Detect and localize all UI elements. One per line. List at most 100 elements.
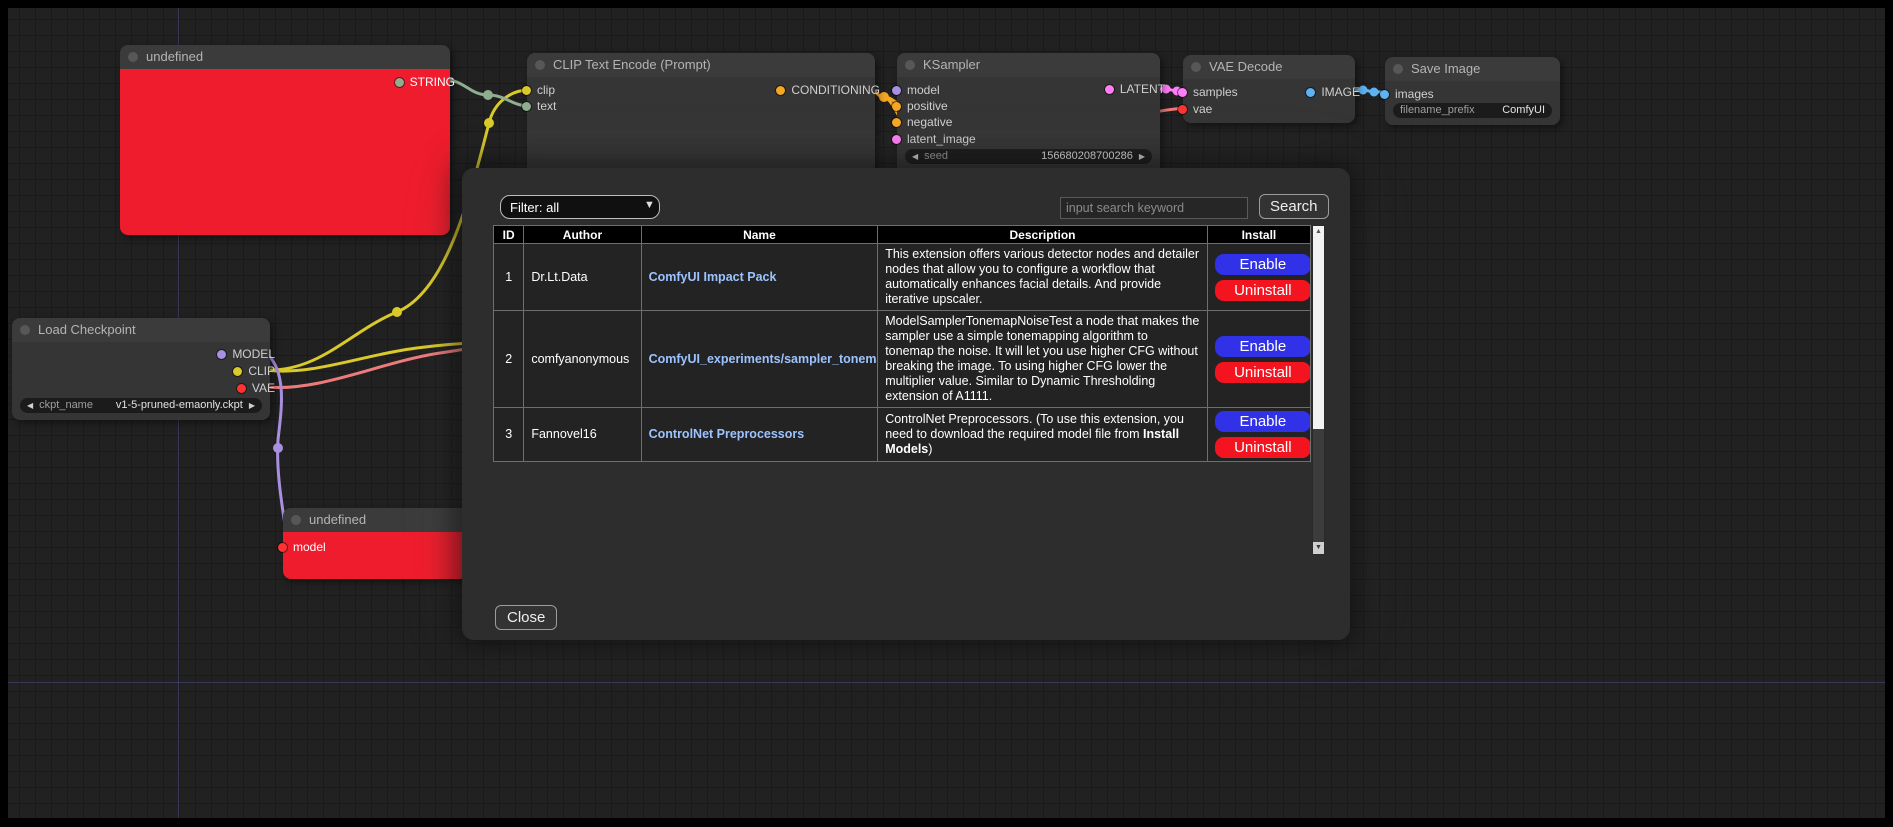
input-slot-latent-image[interactable]: latent_image	[892, 133, 976, 145]
node-header[interactable]: KSampler	[897, 53, 1160, 77]
table-row: 2 comfyanonymous ComfyUI_experiments/sam…	[494, 311, 1311, 408]
output-slot-vae[interactable]: VAE	[237, 382, 275, 394]
reroute-dot[interactable]	[483, 90, 493, 100]
enable-button[interactable]: Enable	[1215, 336, 1311, 357]
next-icon[interactable]	[249, 398, 255, 413]
collapse-dot-icon[interactable]	[1191, 62, 1201, 72]
node-header[interactable]: undefined	[283, 508, 468, 532]
close-button[interactable]: Close	[495, 605, 557, 630]
reroute-dot[interactable]	[392, 307, 402, 317]
node-clip-text-encode[interactable]: CLIP Text Encode (Prompt) clip text COND…	[527, 53, 875, 175]
slot-dot-latent-icon[interactable]	[1105, 85, 1114, 94]
slot-dot-images-icon[interactable]	[1380, 90, 1389, 99]
custom-nodes-manager-dialog: Filter: all ▼ Search ID Author Name Desc…	[462, 168, 1350, 640]
slot-dot-image-icon[interactable]	[1306, 88, 1315, 97]
cell-author: comfyanonymous	[524, 311, 641, 408]
node-undefined-bottom[interactable]: undefined model	[283, 508, 468, 579]
collapse-dot-icon[interactable]	[128, 52, 138, 62]
input-slot-model[interactable]: model	[278, 541, 326, 553]
slot-dot-negative-icon[interactable]	[892, 118, 901, 127]
ckpt-name-widget[interactable]: ckpt_name v1-5-pruned-emaonly.ckpt	[20, 398, 262, 413]
output-slot-string[interactable]: STRING	[395, 76, 455, 88]
uninstall-button[interactable]: Uninstall	[1215, 280, 1311, 301]
widget-value: v1-5-pruned-emaonly.ckpt	[116, 398, 243, 413]
node-undefined-top[interactable]: undefined STRING	[120, 45, 450, 235]
enable-button[interactable]: Enable	[1215, 254, 1311, 275]
node-header[interactable]: CLIP Text Encode (Prompt)	[527, 53, 875, 77]
node-body: model positive negative latent_image LAT…	[897, 77, 1160, 175]
output-slot-clip[interactable]: CLIP	[233, 365, 275, 377]
scroll-down-icon[interactable]: ▼	[1313, 542, 1324, 554]
input-slot-negative[interactable]: negative	[892, 116, 952, 128]
input-slot-model[interactable]: model	[892, 84, 940, 96]
extension-link[interactable]: ComfyUI_experiments/sampler_tonemap	[649, 352, 878, 366]
collapse-dot-icon[interactable]	[905, 60, 915, 70]
node-header[interactable]: VAE Decode	[1183, 55, 1355, 79]
previous-icon[interactable]	[27, 398, 33, 413]
output-slot-image[interactable]: IMAGE	[1306, 86, 1360, 98]
input-slot-samples[interactable]: samples	[1178, 86, 1238, 98]
filename-prefix-widget[interactable]: filename_prefix ComfyUI	[1393, 103, 1552, 118]
scrollbar-thumb[interactable]	[1313, 226, 1324, 429]
reroute-dot[interactable]	[273, 443, 283, 453]
extension-link[interactable]: ComfyUI Impact Pack	[649, 270, 777, 284]
input-slot-images[interactable]: images	[1380, 88, 1434, 100]
table-scrollbar[interactable]: ▲ ▼	[1312, 225, 1325, 555]
slot-dot-vae-icon[interactable]	[1178, 105, 1187, 114]
node-ksampler[interactable]: KSampler model positive negative latent_…	[897, 53, 1160, 175]
cell-install: Enable Uninstall	[1207, 408, 1310, 462]
node-vae-decode[interactable]: VAE Decode samples vae IMAGE	[1183, 55, 1355, 123]
uninstall-button[interactable]: Uninstall	[1215, 437, 1311, 458]
node-header[interactable]: Load Checkpoint	[12, 318, 270, 342]
node-save-image[interactable]: Save Image images filename_prefix ComfyU…	[1385, 57, 1560, 125]
slot-dot-samples-icon[interactable]	[1178, 88, 1187, 97]
node-header[interactable]: undefined	[120, 45, 450, 69]
reroute-dot[interactable]	[879, 92, 889, 102]
decrement-icon[interactable]	[912, 149, 918, 164]
slot-dot-clip-icon[interactable]	[522, 86, 531, 95]
collapse-dot-icon[interactable]	[535, 60, 545, 70]
search-button[interactable]: Search	[1259, 194, 1329, 219]
increment-icon[interactable]	[1139, 149, 1145, 164]
filter-select[interactable]: Filter: all	[500, 195, 660, 219]
uninstall-button[interactable]: Uninstall	[1215, 362, 1311, 383]
output-slot-model[interactable]: MODEL	[217, 348, 275, 360]
slot-dot-clip-icon[interactable]	[233, 367, 242, 376]
node-title: undefined	[309, 512, 366, 527]
slot-dot-string-icon[interactable]	[395, 78, 404, 87]
collapse-dot-icon[interactable]	[291, 515, 301, 525]
widget-label: seed	[924, 149, 948, 164]
slot-dot-latent-image-icon[interactable]	[892, 135, 901, 144]
slot-dot-model-icon[interactable]	[278, 543, 287, 552]
cell-id: 2	[494, 311, 524, 408]
slot-dot-text-icon[interactable]	[522, 102, 531, 111]
enable-button[interactable]: Enable	[1215, 411, 1311, 432]
reroute-dot[interactable]	[484, 118, 494, 128]
extensions-table: ID Author Name Description Install 1 Dr.…	[493, 225, 1311, 462]
node-title: VAE Decode	[1209, 59, 1282, 74]
slot-dot-vae-icon[interactable]	[237, 384, 246, 393]
output-slot-conditioning[interactable]: CONDITIONING	[776, 84, 880, 96]
node-header[interactable]: Save Image	[1385, 57, 1560, 81]
input-slot-positive[interactable]: positive	[892, 100, 948, 112]
slot-dot-positive-icon[interactable]	[892, 102, 901, 111]
collapse-dot-icon[interactable]	[1393, 64, 1403, 74]
slot-dot-model-icon[interactable]	[217, 350, 226, 359]
collapse-dot-icon[interactable]	[20, 325, 30, 335]
seed-widget[interactable]: seed 156680208700286	[905, 149, 1152, 164]
reroute-dot[interactable]	[1370, 88, 1379, 97]
input-slot-clip[interactable]: clip	[522, 84, 555, 96]
node-body: images filename_prefix ComfyUI	[1385, 81, 1560, 125]
search-input[interactable]	[1060, 197, 1248, 219]
node-body: clip text CONDITIONING	[527, 77, 875, 175]
slot-dot-model-icon[interactable]	[892, 86, 901, 95]
cell-description: This extension offers various detector n…	[878, 244, 1208, 311]
node-load-checkpoint[interactable]: Load Checkpoint MODEL CLIP VAE ckpt_name…	[12, 318, 270, 420]
input-slot-text[interactable]: text	[522, 100, 556, 112]
output-slot-latent[interactable]: LATENT	[1105, 83, 1165, 95]
scroll-up-icon[interactable]: ▲	[1313, 226, 1324, 237]
extension-link[interactable]: ControlNet Preprocessors	[649, 427, 805, 441]
cell-description: ModelSamplerTonemapNoiseTest a node that…	[878, 311, 1208, 408]
slot-dot-conditioning-icon[interactable]	[776, 86, 785, 95]
input-slot-vae[interactable]: vae	[1178, 103, 1212, 115]
